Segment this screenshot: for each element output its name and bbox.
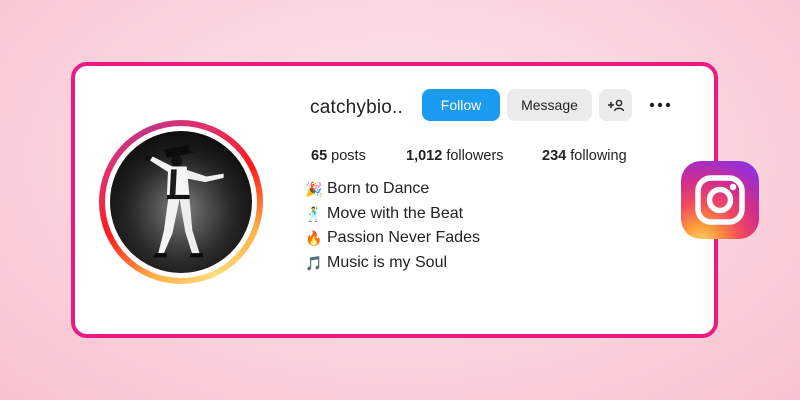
message-button[interactable]: Message	[507, 89, 592, 121]
stat-following[interactable]: 234 following	[542, 148, 627, 164]
username: catchybio..	[310, 97, 404, 118]
party-popper-icon: 🎉	[305, 181, 323, 197]
stat-followers[interactable]: 1,012 followers	[406, 148, 504, 164]
dancer-icon: 🕺	[305, 205, 323, 222]
bio-text: Born to Dance	[327, 180, 430, 197]
stat-posts[interactable]: 65 posts	[311, 148, 366, 164]
instagram-logo-icon	[681, 161, 759, 239]
bio-line: 🔥 Passion Never Fades	[304, 226, 480, 251]
more-options-button[interactable]	[643, 89, 677, 121]
bio-text: Move with the Beat	[327, 204, 464, 222]
add-user-button[interactable]	[599, 89, 632, 121]
dancer-silhouette-image	[110, 131, 252, 273]
fire-icon: 🔥	[305, 230, 323, 246]
music-notes-icon: 🎵	[305, 254, 323, 271]
story-ring[interactable]	[99, 120, 263, 284]
bio-line: 🎵 Music is my Soul	[304, 251, 480, 276]
ellipsis-icon	[649, 102, 671, 108]
bio-text: Passion Never Fades	[327, 229, 480, 246]
bio-line: 🎉 Born to Dance	[304, 177, 480, 202]
profile-card: catchybio.. Follow Message 65 posts 1,01…	[71, 62, 718, 338]
follow-button[interactable]: Follow	[422, 89, 500, 121]
bio: 🎉 Born to Dance 🕺 Move with the Beat 🔥 P…	[304, 177, 480, 275]
bio-line: 🕺 Move with the Beat	[304, 202, 480, 227]
bio-text: Music is my Soul	[327, 253, 448, 271]
avatar[interactable]	[110, 131, 252, 273]
add-person-icon	[607, 99, 624, 112]
